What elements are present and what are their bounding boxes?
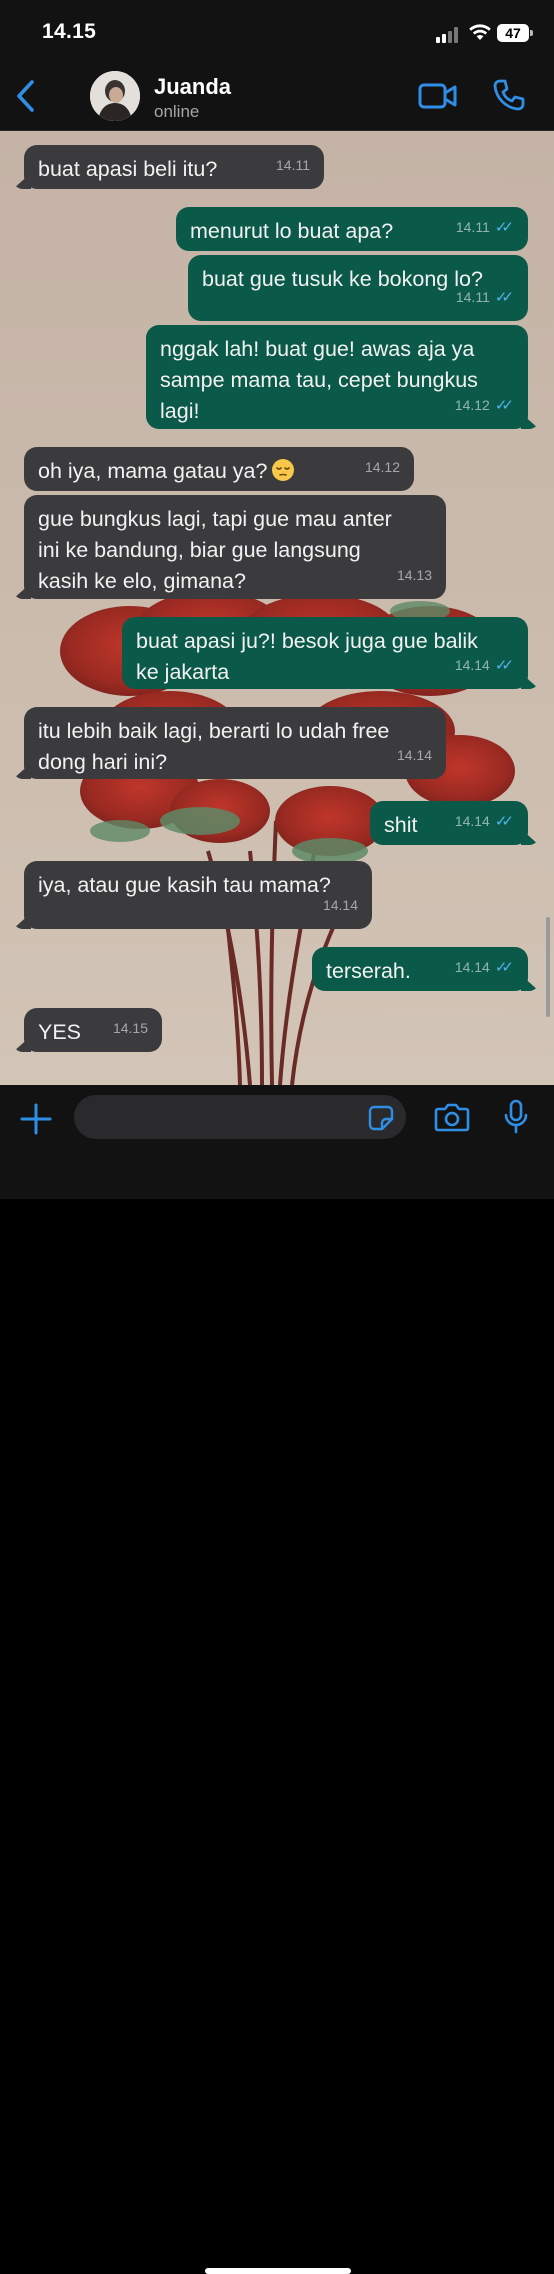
status-time: 14.15 — [42, 20, 97, 43]
scrollbar[interactable] — [546, 917, 550, 1017]
message-text: itu lebih baik lagi, berarti lo udah fre… — [38, 719, 390, 774]
contact-status: online — [154, 102, 200, 121]
back-chevron-icon — [17, 80, 34, 112]
sticker-icon — [368, 1105, 394, 1131]
chat-area[interactable]: buat apasi beli itu? 14.11 menurut lo bu… — [0, 131, 554, 1085]
message-incoming[interactable]: buat apasi beli itu? 14.11 — [24, 145, 324, 189]
message-list: buat apasi beli itu? 14.11 menurut lo bu… — [0, 131, 554, 1085]
message-time: 14.12 — [454, 397, 490, 413]
message-time: 14.13 — [396, 567, 432, 583]
message-incoming[interactable]: itu lebih baik lagi, berarti lo udah fre… — [24, 707, 446, 779]
message-time: 14.14 — [322, 897, 358, 913]
message-outgoing[interactable]: buat apasi ju?! besok juga gue balik ke … — [122, 617, 528, 689]
message-time: 14.14 — [454, 657, 490, 673]
home-indicator[interactable] — [205, 2268, 351, 2274]
message-text: buat gue tusuk ke bokong lo? — [202, 267, 483, 291]
pensive-face-emoji — [272, 459, 295, 481]
message-text: buat apasi beli itu? — [38, 157, 218, 181]
read-ticks-icon: ✓✓ — [494, 219, 514, 236]
message-time: 14.14 — [454, 813, 490, 829]
signal-icon — [436, 27, 460, 43]
message-outgoing[interactable]: terserah. 14.14 ✓✓ — [312, 947, 528, 991]
microphone-button[interactable] — [502, 1099, 530, 1140]
read-ticks-icon: ✓✓ — [494, 289, 514, 306]
message-text: terserah. — [326, 959, 411, 983]
message-incoming[interactable]: iya, atau gue kasih tau mama? 14.14 — [24, 861, 372, 929]
chat-header: Juanda online — [0, 62, 554, 131]
avatar-photo — [90, 71, 140, 121]
message-text: gue bungkus lagi, tapi gue mau anter ini… — [38, 507, 392, 593]
video-call-button[interactable] — [418, 80, 458, 117]
message-time: 14.14 — [396, 747, 432, 763]
sticker-button[interactable] — [368, 1105, 394, 1136]
read-ticks-icon: ✓✓ — [494, 813, 514, 830]
message-outgoing[interactable]: buat gue tusuk ke bokong lo? 14.11 ✓✓ — [188, 255, 528, 321]
message-text: menurut lo buat apa? — [190, 219, 394, 243]
message-incoming[interactable]: oh iya, mama gatau ya? 14.12 — [24, 447, 414, 491]
message-time: 14.14 — [454, 959, 490, 975]
avatar[interactable] — [90, 71, 140, 121]
message-time: 14.12 — [364, 459, 400, 475]
camera-button[interactable] — [434, 1101, 470, 1138]
message-text: oh iya, mama gatau ya? — [38, 459, 268, 483]
battery-icon: 47 — [497, 24, 529, 42]
camera-icon — [434, 1103, 470, 1132]
contact-name[interactable]: Juanda — [154, 74, 231, 100]
message-text: nggak lah! buat gue! awas aja ya sampe m… — [160, 337, 478, 423]
phone-icon — [493, 79, 525, 111]
wifi-icon — [469, 24, 491, 40]
status-bar: 14.15 47 — [0, 0, 554, 62]
back-button[interactable] — [8, 76, 42, 116]
message-text: shit — [384, 813, 418, 837]
message-incoming[interactable]: gue bungkus lagi, tapi gue mau anter ini… — [24, 495, 446, 599]
message-time: 14.11 — [455, 219, 490, 235]
message-text: YES — [38, 1020, 82, 1044]
composer-bar — [0, 1085, 554, 2274]
message-text: buat apasi ju?! besok juga gue balik ke … — [136, 629, 478, 684]
message-text: iya, atau gue kasih tau mama? — [38, 873, 331, 897]
message-outgoing[interactable]: menurut lo buat apa? 14.11 ✓✓ — [176, 207, 528, 251]
read-ticks-icon: ✓✓ — [494, 657, 514, 674]
message-input[interactable] — [74, 1095, 406, 1139]
microphone-icon — [504, 1099, 528, 1134]
message-incoming[interactable]: YES 14.15 — [24, 1008, 162, 1052]
read-ticks-icon: ✓✓ — [494, 397, 514, 414]
plus-icon — [20, 1103, 52, 1135]
read-ticks-icon: ✓✓ — [494, 959, 514, 976]
message-time: 14.11 — [455, 289, 490, 305]
message-time: 14.15 — [112, 1020, 148, 1036]
video-call-icon — [418, 83, 457, 109]
attach-button[interactable] — [18, 1101, 54, 1142]
message-time: 14.11 — [276, 157, 310, 173]
message-outgoing[interactable]: shit 14.14 ✓✓ — [370, 801, 528, 845]
message-outgoing[interactable]: nggak lah! buat gue! awas aja ya sampe m… — [146, 325, 528, 429]
voice-call-button[interactable] — [492, 78, 526, 117]
